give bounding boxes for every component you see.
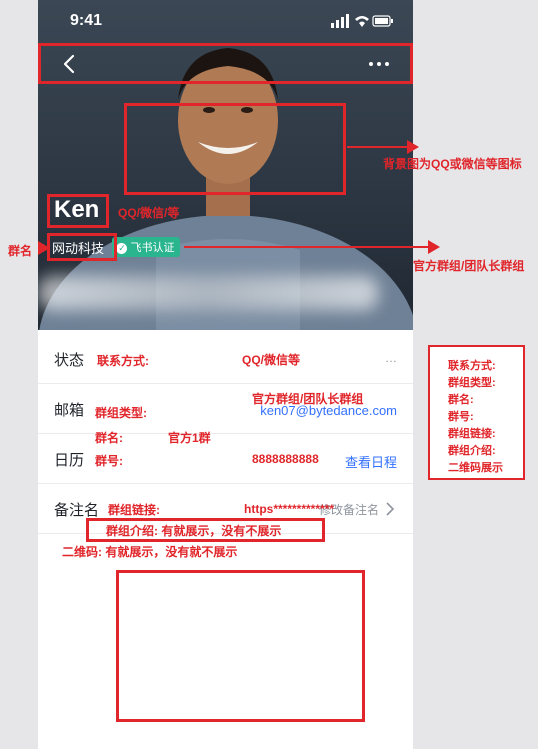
group-name-row-annotation: 群名: [95, 431, 123, 445]
name-note: QQ/微信/等 [118, 206, 180, 220]
summary-item: 群名: [448, 394, 474, 406]
chevron-right-icon [386, 502, 395, 516]
remark-name-label: 备注名 [54, 502, 100, 519]
email-label: 邮箱 [54, 402, 85, 419]
summary-item: 群组类型: [448, 377, 496, 389]
background-note: 背景图为QQ或微信等图标 [383, 157, 522, 171]
group-link-annotation: 群组链接: [108, 503, 160, 517]
summary-item: 联系方式: [448, 360, 496, 372]
field-summary-box: 联系方式: 群组类型: 群名: 群号: 群组链接: 群组介绍: 二维码展示 [428, 345, 525, 480]
check-icon: ✓ [116, 243, 128, 254]
group-type-value-annotation: 官方群组/团队长群组 [252, 392, 364, 406]
summary-item: 群号: [448, 411, 474, 423]
status-value: … [385, 351, 397, 365]
signal-icon [331, 23, 334, 28]
group-name-arrow-icon [38, 241, 50, 255]
group-number-annotation: 群号: [95, 454, 123, 468]
certification-label: 飞书认证 [130, 242, 175, 254]
official-group-note: 官方群组/团队长群组 [413, 259, 525, 273]
group-name-value-annotation: 官方1群 [168, 431, 211, 445]
summary-item: 二维码展示 [448, 462, 503, 474]
qr-note: 二维码: 有就展示，没有就不展示 [62, 545, 238, 559]
certification-badge[interactable]: ✓ 飞书认证 [112, 237, 181, 257]
qr-code-box [116, 570, 365, 722]
contact-value-annotation: QQ/微信等 [242, 353, 301, 367]
status-icons [331, 14, 393, 28]
background-arrow-icon [407, 140, 419, 154]
intro-note: 群组介绍: 有就展示，没有不展示 [106, 524, 282, 538]
status-label: 状态 [54, 352, 85, 369]
status-bar: 9:41 [38, 0, 413, 44]
contact-annotation: 联系方式: [97, 354, 149, 368]
group-name-highlight-box [47, 233, 117, 261]
group-link-value-annotation: https************* [244, 502, 335, 516]
summary-item: 群组介绍: [448, 445, 496, 457]
status-row[interactable]: 状态 … [38, 334, 413, 384]
blurred-signature [38, 276, 378, 310]
summary-item: 群组链接: [448, 428, 496, 440]
wifi-icon [355, 16, 369, 27]
official-group-arrow-icon [428, 240, 440, 254]
group-number-value-annotation: 8888888888 [252, 452, 319, 466]
name-highlight-box [47, 194, 109, 228]
background-arrow-line [347, 146, 409, 148]
official-group-arrow-line [184, 246, 430, 248]
background-highlight-box [124, 103, 346, 195]
view-schedule-link[interactable]: 查看日程 [345, 452, 397, 471]
nav-highlight-box [38, 43, 413, 84]
group-name-label: 群名 [8, 244, 33, 258]
calendar-label: 日历 [54, 452, 85, 469]
status-time: 9:41 [70, 12, 103, 29]
group-type-annotation: 群组类型: [95, 406, 147, 420]
